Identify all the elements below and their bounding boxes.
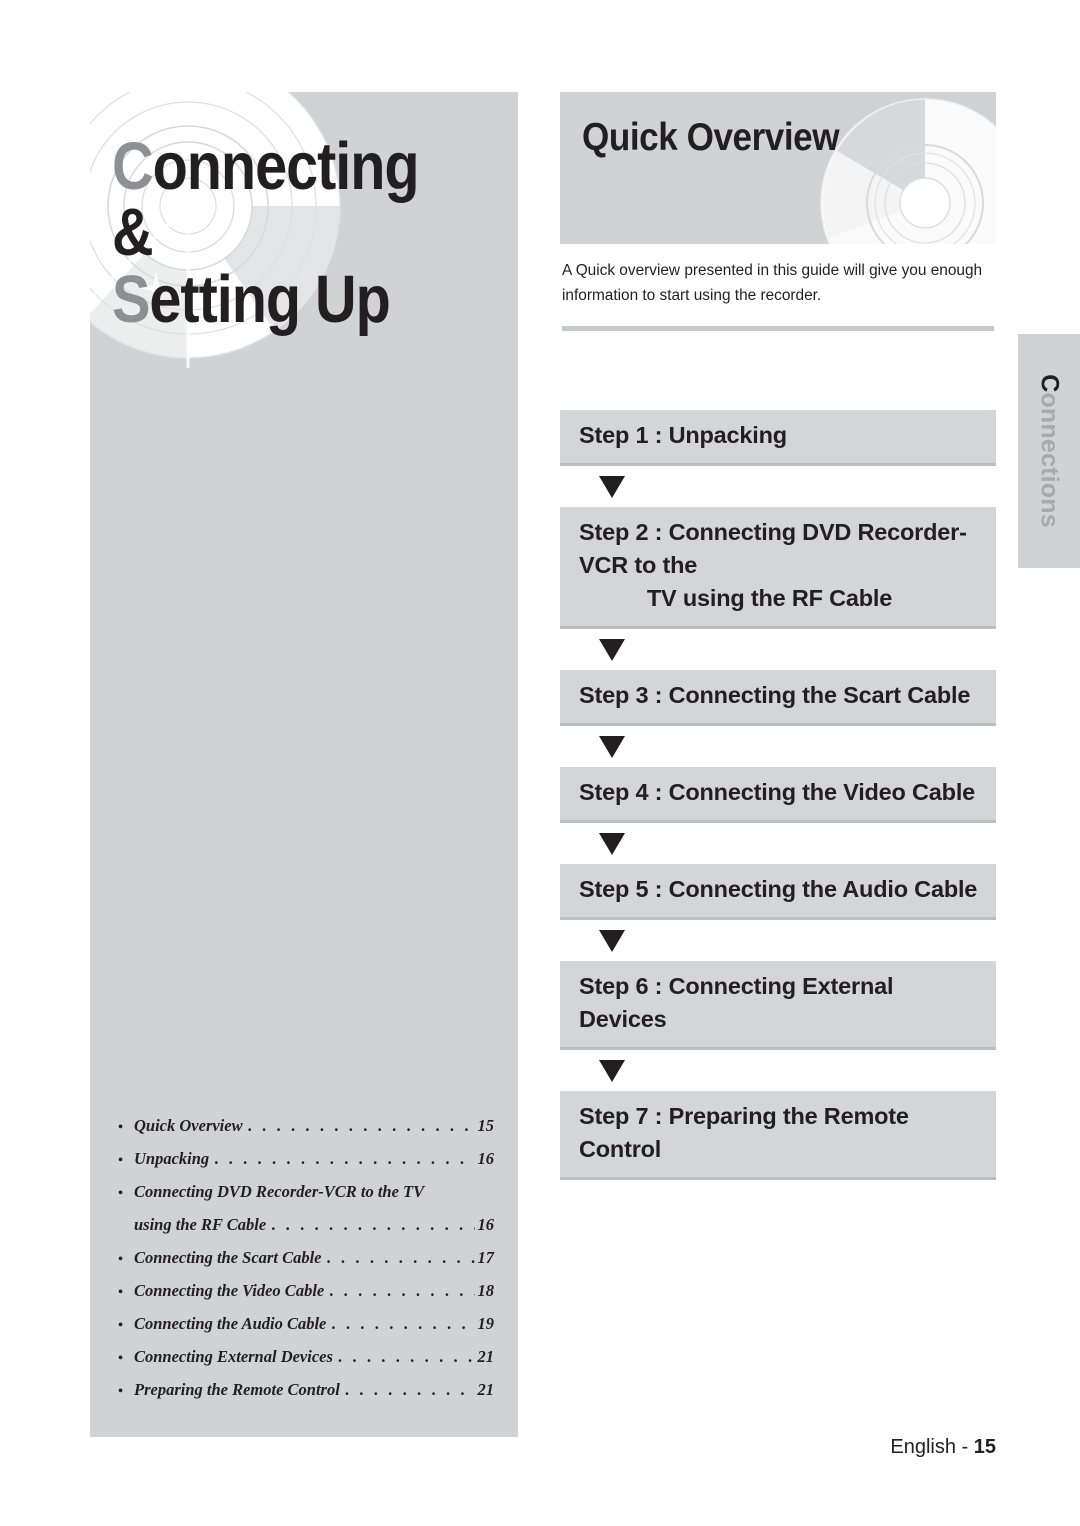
step-label: Step 1 : Unpacking — [579, 422, 787, 448]
toc-entry[interactable]: • Quick Overview. . . . . . . . . . . . .… — [118, 1110, 494, 1143]
step-flow: Step 1 : Unpacking Step 2 : Connecting DV… — [560, 410, 996, 1180]
intro-paragraph: A Quick overview presented in this guide… — [562, 262, 983, 304]
toc-entry-label: Connecting DVD Recorder-VCR to the TV — [134, 1182, 425, 1201]
bullet-icon: • — [118, 1285, 123, 1300]
chapter-title-lead-1: C — [112, 129, 154, 204]
step-box: Step 4 : Connecting the Video Cable — [560, 767, 996, 823]
toc-entry[interactable]: • Preparing the Remote Control. . . . . .… — [118, 1374, 494, 1407]
toc-page-number: 16 — [477, 1149, 495, 1168]
toc-dot-leader: . . . . . . . . . . . . . . . . . . . . … — [344, 1380, 475, 1399]
step-label: Step 3 : Connecting the Scart Cable — [579, 682, 971, 708]
chevron-down-icon — [599, 638, 625, 661]
toc-entry-label: using the RF Cable — [134, 1215, 267, 1234]
chapter-title-rest-1: onnecting & — [112, 129, 420, 271]
footer-language: English - — [890, 1436, 974, 1458]
bullet-icon: • — [118, 1318, 123, 1333]
toc-entry-label: Connecting the Scart Cable — [134, 1248, 322, 1267]
toc-entry-label: Connecting the Audio Cable — [134, 1314, 327, 1333]
toc-dot-leader: . . . . . . . . . . . . . . . . . . . . … — [326, 1248, 474, 1267]
chapter-panel: Connecting & Setting Up • Quick Overview.… — [90, 92, 518, 1437]
chapter-title-lead-2: S — [112, 261, 150, 337]
bullet-icon: • — [118, 1186, 123, 1201]
toc-entry[interactable]: • Connecting the Scart Cable. . . . . . .… — [118, 1242, 494, 1275]
step-arrow — [560, 629, 996, 670]
step-label: Step 7 : Preparing the Remote Control — [579, 1103, 909, 1162]
toc-entry[interactable]: •Connecting DVD Recorder-VCR to the TV. … — [118, 1176, 494, 1209]
step-box: Step 1 : Unpacking — [560, 410, 996, 466]
toc-page-number: 19 — [477, 1314, 495, 1333]
step-label-line2: TV using the RF Cable — [646, 585, 893, 611]
toc-page-number: 16 — [477, 1215, 495, 1234]
section-thumb-tab-label: Connections — [1035, 374, 1064, 528]
step-box: Step 2 : Connecting DVD Recorder-VCR to … — [560, 507, 996, 629]
toc-page-number: 15 — [477, 1116, 495, 1135]
bullet-icon: • — [118, 1153, 123, 1168]
step-label: Step 6 : Connecting External Devices — [579, 973, 894, 1032]
toc-entry-label: Preparing the Remote Control — [134, 1380, 340, 1399]
toc-entry[interactable]: • Unpacking. . . . . . . . . . . . . . . … — [118, 1143, 494, 1176]
footer-page-number: 15 — [973, 1436, 996, 1458]
step-arrow — [560, 726, 996, 767]
chapter-title-rest-2: etting Up — [149, 261, 390, 337]
step-label: Step 5 : Connecting the Audio Cable — [579, 876, 978, 902]
thumb-tab-lead-letter: C — [1035, 374, 1064, 393]
table-of-contents: • Quick Overview. . . . . . . . . . . . .… — [118, 1110, 494, 1407]
chevron-down-icon — [599, 475, 625, 498]
cd-disc-icon — [820, 98, 996, 244]
toc-dot-leader: . . . . . . . . . . . . . . . . . . . . … — [214, 1149, 474, 1168]
bullet-icon: • — [118, 1120, 123, 1135]
chapter-title: Connecting & Setting Up — [112, 133, 456, 333]
chevron-down-icon — [599, 735, 625, 758]
overview-header: Quick Overview — [560, 92, 996, 244]
chevron-down-icon — [599, 929, 625, 952]
section-divider — [562, 326, 994, 331]
toc-dot-leader: . . . . . . . . . . . . . . . . . . . . … — [331, 1314, 474, 1333]
toc-entry-label: Unpacking — [134, 1149, 210, 1168]
toc-dot-leader: . . . . . . . . . . . . . . . . . . . . … — [329, 1281, 474, 1300]
step-label: Step 4 : Connecting the Video Cable — [579, 779, 976, 805]
step-box: Step 5 : Connecting the Audio Cable — [560, 864, 996, 920]
step-box: Step 7 : Preparing the Remote Control — [560, 1091, 996, 1180]
toc-entry[interactable]: • Connecting the Video Cable. . . . . . .… — [118, 1275, 494, 1308]
bullet-icon: • — [118, 1252, 123, 1267]
toc-dot-leader: . . . . . . . . . . . . . . . . . . . . … — [337, 1347, 475, 1366]
step-box: Step 6 : Connecting External Devices — [560, 961, 996, 1050]
chevron-down-icon — [599, 1059, 625, 1082]
step-arrow — [560, 920, 996, 961]
toc-entry-label: Quick Overview — [134, 1116, 243, 1135]
step-box: Step 3 : Connecting the Scart Cable — [560, 670, 996, 726]
thumb-tab-rest: onnections — [1035, 392, 1064, 528]
toc-page-number: 18 — [477, 1281, 495, 1300]
step-label: Step 2 : Connecting DVD Recorder-VCR to … — [579, 519, 967, 578]
toc-entry-label: Connecting the Video Cable — [134, 1281, 325, 1300]
chevron-down-icon — [599, 832, 625, 855]
toc-entry[interactable]: • Connecting External Devices. . . . . . … — [118, 1341, 494, 1374]
step-arrow — [560, 823, 996, 864]
toc-entry-label: Connecting External Devices — [134, 1347, 333, 1366]
toc-dot-leader: . . . . . . . . . . . . . . . . . . . . … — [271, 1215, 474, 1234]
toc-page-number: 21 — [477, 1380, 495, 1399]
toc-entry[interactable]: •using the RF Cable. . . . . . . . . . .… — [118, 1209, 494, 1242]
toc-entry[interactable]: • Connecting the Audio Cable. . . . . . .… — [118, 1308, 494, 1341]
toc-page-number: 21 — [477, 1347, 495, 1366]
bullet-icon: • — [118, 1384, 123, 1399]
toc-dot-leader: . . . . . . . . . . . . . . . . . . . . … — [247, 1116, 475, 1135]
toc-page-number: 17 — [477, 1248, 495, 1267]
section-thumb-tab: Connections — [1018, 334, 1080, 568]
page-title: Quick Overview — [582, 116, 840, 159]
step-arrow — [560, 466, 996, 507]
step-arrow — [560, 1050, 996, 1091]
page-footer: English - 15 — [890, 1436, 996, 1459]
bullet-icon: • — [118, 1351, 123, 1366]
